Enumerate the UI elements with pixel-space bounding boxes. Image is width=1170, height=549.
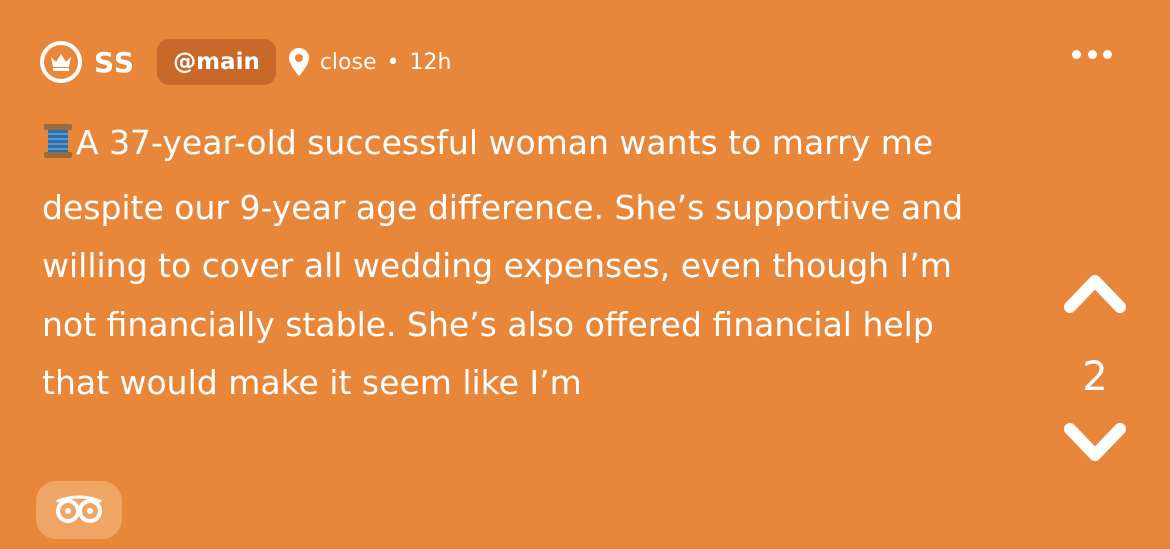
vote-count: 2 <box>1082 354 1108 400</box>
chevron-down-icon[interactable] <box>1061 418 1129 468</box>
map-pin-icon <box>288 47 310 77</box>
owl-eyes-icon[interactable] <box>36 481 122 539</box>
more-options-icon[interactable] <box>1072 44 1112 64</box>
post-text: A 37-year-old successful woman wants to … <box>42 123 964 402</box>
post-card: SS @main close • 12h A 37-year-old succe… <box>0 0 1170 549</box>
crown-icon[interactable] <box>40 41 82 83</box>
channel-label: @main <box>173 49 260 75</box>
spool-of-thread-emoji <box>42 120 74 179</box>
post-body: A 37-year-old successful woman wants to … <box>42 114 1002 413</box>
channel-chip[interactable]: @main <box>157 39 276 85</box>
chevron-up-icon[interactable] <box>1061 268 1129 318</box>
author-name[interactable]: SS <box>94 46 135 79</box>
meta-separator: • <box>386 49 400 75</box>
post-time: 12h <box>409 49 452 75</box>
location-label: close <box>319 49 377 75</box>
post-header: SS @main close • 12h <box>40 38 451 86</box>
